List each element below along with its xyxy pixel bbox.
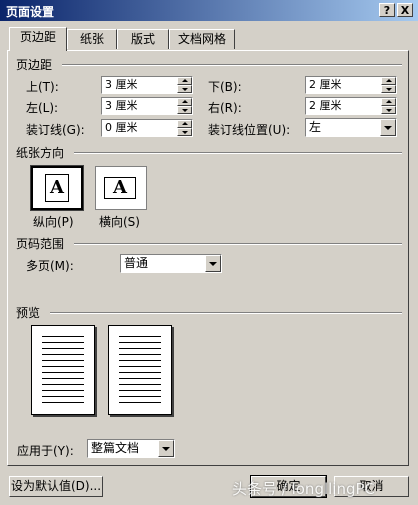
preview-page-right [108,325,172,415]
pages-group-label: 页码范围 [16,237,65,251]
spin-up-icon[interactable] [381,77,396,85]
portrait-label: 纵向(P) [33,215,74,229]
orientation-divider [74,152,402,154]
portrait-page-icon: A [45,174,69,202]
gutter-label: 装订线(G): [26,123,85,137]
close-button[interactable]: X [397,3,413,17]
help-button[interactable]: ? [379,3,395,17]
margins-divider [62,64,402,66]
right-margin-value: 2 厘米 [309,99,342,112]
chevron-down-icon[interactable] [205,255,221,272]
tab-paper[interactable]: 纸张 [67,29,117,49]
multiple-pages-value: 普通 [124,256,149,270]
chevron-down-icon[interactable] [158,440,174,457]
window-title: 页面设置 [6,5,55,19]
left-margin-spinner[interactable]: 3 厘米 [101,97,193,115]
top-margin-label: 上(T): [26,80,59,94]
tab-margins[interactable]: 页边距 [9,27,67,51]
preview-page-left [31,325,95,415]
left-margin-value: 3 厘米 [105,99,138,112]
spin-up-icon[interactable] [177,77,192,85]
spin-up-icon[interactable] [381,98,396,106]
tab-layout[interactable]: 版式 [117,29,169,49]
right-margin-label: 右(R): [208,101,242,115]
title-bar: 页面设置 ? X [0,0,418,21]
multiple-pages-label: 多页(M): [26,259,74,273]
spin-down-icon[interactable] [381,85,396,93]
spin-down-icon[interactable] [177,128,192,136]
margins-group-label: 页边距 [16,58,53,72]
right-margin-spinner[interactable]: 2 厘米 [305,97,397,115]
chevron-down-icon[interactable] [380,119,396,136]
multiple-pages-select[interactable]: 普通 [120,254,222,273]
spin-down-icon[interactable] [177,106,192,114]
bottom-margin-value: 2 厘米 [309,78,342,91]
top-margin-spinner[interactable]: 3 厘米 [101,76,193,94]
gutter-position-select[interactable]: 左 [305,118,397,137]
left-margin-label: 左(L): [26,101,59,115]
tab-document-grid[interactable]: 文档网格 [169,29,235,49]
bottom-margin-spinner[interactable]: 2 厘米 [305,76,397,94]
bottom-margin-label: 下(B): [208,80,242,94]
gutter-position-value: 左 [309,120,322,134]
pages-divider [74,243,402,245]
preview-divider [50,312,402,314]
preview-group-label: 预览 [16,306,41,320]
set-default-button[interactable]: 设为默认值(D)... [9,476,103,497]
apply-to-label: 应用于(Y): [17,444,74,458]
portrait-option[interactable]: A [30,165,84,211]
gutter-spinner[interactable]: 0 厘米 [101,119,193,137]
orientation-group-label: 纸张方向 [16,146,65,160]
gutter-value: 0 厘米 [105,121,138,134]
top-margin-value: 3 厘米 [105,78,138,91]
landscape-label: 横向(S) [99,215,140,229]
landscape-page-icon: A [104,177,136,199]
watermark: 头条号 / longllingPC [232,480,376,498]
gutter-position-label: 装订线位置(U): [208,123,291,137]
spin-up-icon[interactable] [177,120,192,128]
spin-up-icon[interactable] [177,98,192,106]
landscape-option[interactable]: A [95,166,147,210]
apply-to-value: 整篇文档 [91,441,140,455]
spin-down-icon[interactable] [177,85,192,93]
apply-to-select[interactable]: 整篇文档 [87,439,175,458]
spin-down-icon[interactable] [381,106,396,114]
